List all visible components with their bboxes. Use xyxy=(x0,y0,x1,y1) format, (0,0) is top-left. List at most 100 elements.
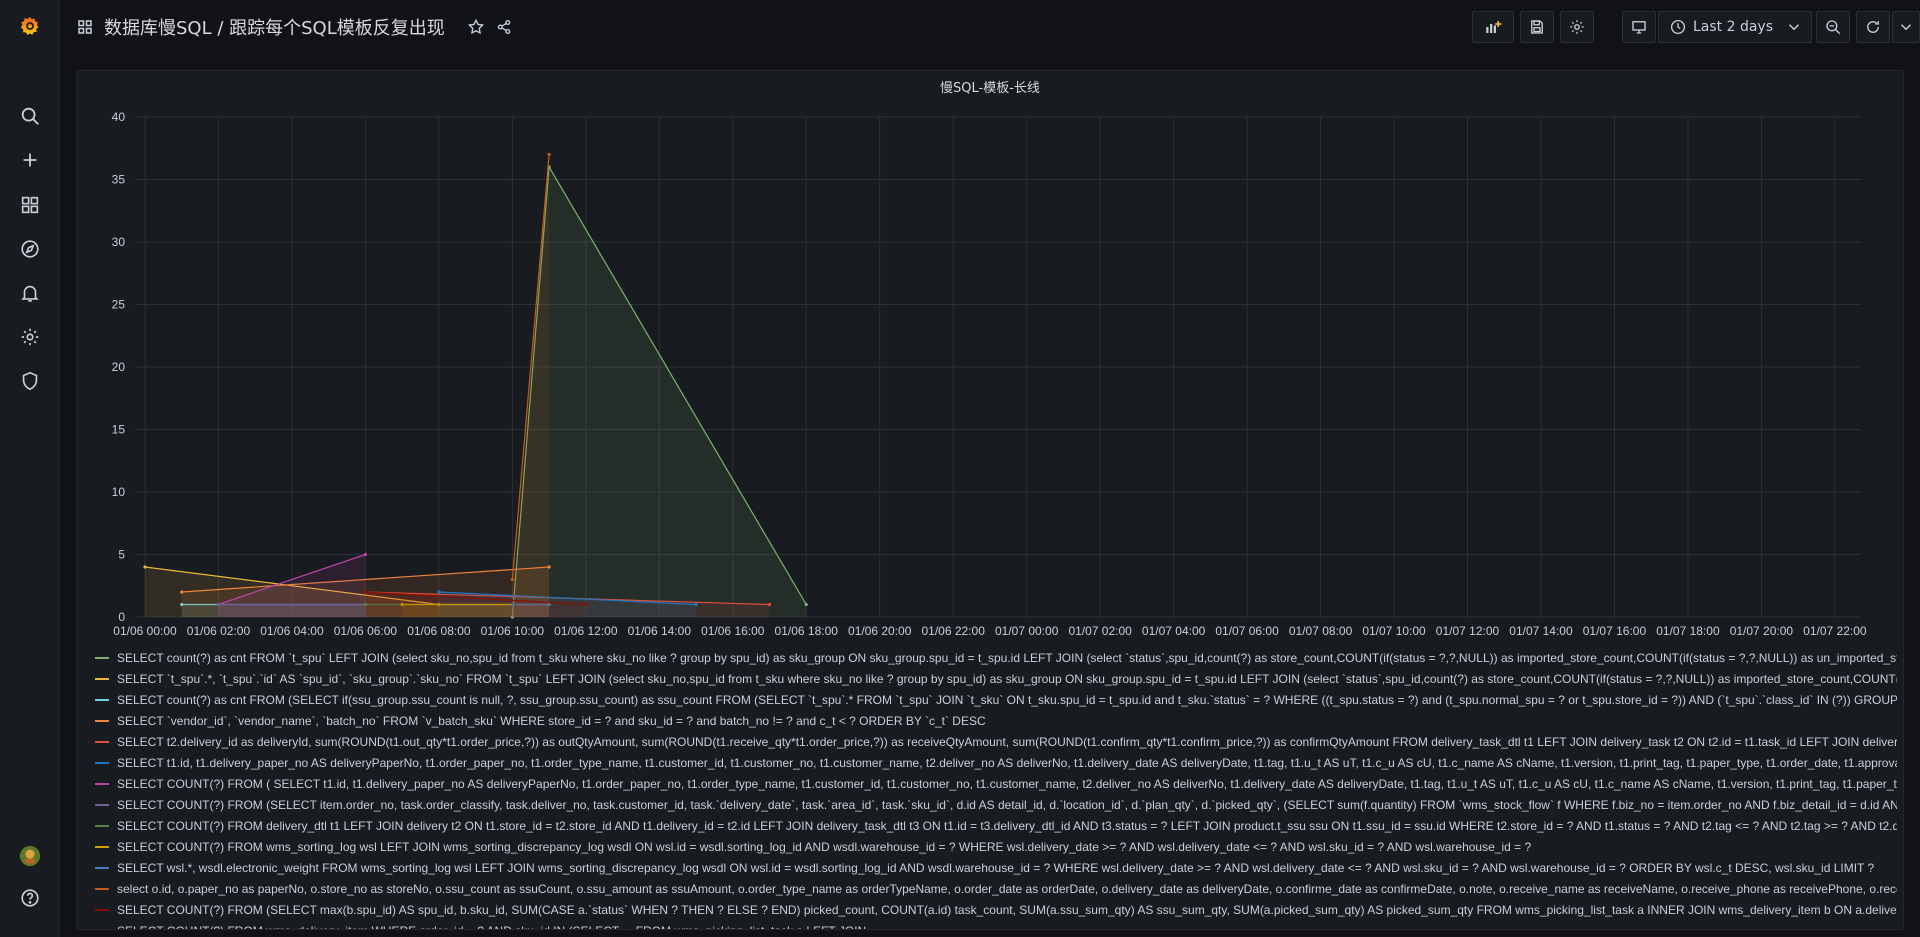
x-tick-label: 01/07 04:00 xyxy=(1142,624,1206,638)
line-chart: 0 5 10 15 20 25 30 35 40 01/06 00:00 01/06 02:00 01… xyxy=(112,110,1867,638)
legend-label: SELECT COUNT(?) FROM ( SELECT t1.id, t1.… xyxy=(117,776,1897,791)
x-tick-label: 01/06 18:00 xyxy=(775,624,839,638)
graph-panel: 慢SQL-模板-长线 0 5 10 15 20 25 30 35 40 01/06 00:00 01… xyxy=(76,70,1904,930)
data-point xyxy=(437,590,441,594)
search-icon[interactable] xyxy=(0,96,60,136)
x-tick-label: 01/06 10:00 xyxy=(481,624,545,638)
x-tick-label: 01/06 06:00 xyxy=(334,624,398,638)
plus-icon[interactable] xyxy=(0,140,60,180)
legend-item[interactable]: SELECT `t_spu`.*, `t_spu`.`id` AS `spu_i… xyxy=(95,668,1897,689)
x-tick-label: 01/07 06:00 xyxy=(1215,624,1279,638)
x-tick-label: 01/06 22:00 xyxy=(921,624,985,638)
chart-legend: SELECT count(?) as cnt FROM `t_spu` LEFT… xyxy=(95,647,1897,929)
legend-item[interactable]: SELECT COUNT(?) FROM wms_delivery_item W… xyxy=(95,920,1897,930)
legend-item[interactable]: SELECT COUNT(?) FROM delivery_dtl t1 LEF… xyxy=(95,815,1897,836)
add-panel-icon xyxy=(1484,18,1502,36)
legend-label: SELECT t2.delivery_id as deliveryId, sum… xyxy=(117,734,1897,749)
dashboards-icon[interactable] xyxy=(0,185,60,225)
breadcrumb: 数据库慢SQL / 跟踪每个SQL模板反复出现 xyxy=(76,14,513,40)
x-tick-label: 01/06 00:00 xyxy=(113,624,177,638)
legend-swatch xyxy=(95,803,109,806)
data-point xyxy=(216,602,221,607)
y-tick-label: 25 xyxy=(112,298,126,312)
data-point xyxy=(510,577,514,582)
data-point xyxy=(143,565,147,569)
star-icon[interactable] xyxy=(467,18,485,36)
x-tick-label: 01/07 00:00 xyxy=(995,624,1059,638)
legend-item[interactable]: SELECT wsl.*, wsdl.electronic_weight FRO… xyxy=(95,857,1897,878)
refresh-interval-dropdown[interactable] xyxy=(1892,11,1920,43)
legend-item[interactable]: SELECT t1.id, t1.delivery_paper_no AS de… xyxy=(95,752,1897,773)
legend-label: select o.id, o.paper_no as paperNo, o.st… xyxy=(117,881,1897,896)
explore-icon[interactable] xyxy=(0,229,60,269)
y-tick-label: 5 xyxy=(118,548,125,562)
legend-item[interactable]: SELECT `vendor_id`, `vendor_name`, `batc… xyxy=(95,710,1897,731)
x-tick-label: 01/06 04:00 xyxy=(260,624,324,638)
x-tick-label: 01/06 08:00 xyxy=(407,624,471,638)
data-point xyxy=(547,152,551,157)
legend-label: SELECT COUNT(?) FROM (SELECT max(b.spu_i… xyxy=(117,902,1897,917)
y-tick-label: 0 xyxy=(118,610,125,624)
legend-item[interactable]: SELECT COUNT(?) FROM (SELECT item.order_… xyxy=(95,794,1897,815)
legend-swatch xyxy=(95,866,109,869)
dashboard-title[interactable]: 数据库慢SQL / 跟踪每个SQL模板反复出现 xyxy=(104,14,445,40)
share-icon[interactable] xyxy=(495,18,513,36)
help-icon[interactable] xyxy=(0,878,60,918)
legend-swatch xyxy=(95,845,109,848)
x-tick-label: 01/06 02:00 xyxy=(187,624,251,638)
legend-swatch xyxy=(95,719,109,722)
x-tick-label: 01/06 20:00 xyxy=(848,624,912,638)
time-picker-button[interactable]: Last 2 days xyxy=(1658,11,1812,43)
legend-item[interactable]: SELECT t2.delivery_id as deliveryId, sum… xyxy=(95,731,1897,752)
data-point xyxy=(694,602,698,607)
legend-item[interactable]: select o.id, o.paper_no as paperNo, o.st… xyxy=(95,878,1897,899)
user-avatar[interactable] xyxy=(0,836,60,876)
monitor-icon xyxy=(1630,18,1648,36)
x-tick-label: 01/06 16:00 xyxy=(701,624,765,638)
top-navbar: 数据库慢SQL / 跟踪每个SQL模板反复出现 Last 2 days xyxy=(60,0,1920,54)
gear-icon xyxy=(1568,18,1586,36)
zoom-out-icon xyxy=(1824,18,1842,36)
y-tick-label: 35 xyxy=(112,173,126,187)
grafana-logo-icon[interactable] xyxy=(0,6,60,46)
add-panel-button[interactable] xyxy=(1472,11,1514,43)
x-tick-label: 01/07 22:00 xyxy=(1803,624,1867,638)
legend-swatch xyxy=(95,740,109,743)
legend-swatch xyxy=(95,887,109,890)
x-tick-label: 01/07 10:00 xyxy=(1362,624,1426,638)
dashboards-grid-icon xyxy=(76,18,94,36)
legend-item[interactable]: SELECT COUNT(?) FROM (SELECT max(b.spu_i… xyxy=(95,899,1897,920)
settings-icon[interactable] xyxy=(0,317,60,357)
x-tick-label: 01/07 14:00 xyxy=(1509,624,1573,638)
legend-item[interactable]: SELECT count(?) as cnt FROM `t_spu` LEFT… xyxy=(95,647,1897,668)
legend-swatch xyxy=(95,761,109,764)
save-icon xyxy=(1528,18,1546,36)
refresh-button[interactable] xyxy=(1856,11,1890,43)
legend-swatch xyxy=(95,782,109,785)
chevron-down-icon xyxy=(1785,18,1803,36)
time-range-label: Last 2 days xyxy=(1693,19,1774,35)
legend-item[interactable]: SELECT COUNT(?) FROM ( SELECT t1.id, t1.… xyxy=(95,773,1897,794)
legend-label: SELECT COUNT(?) FROM (SELECT item.order_… xyxy=(117,797,1897,812)
dashboard-settings-button[interactable] xyxy=(1560,11,1594,43)
shield-icon[interactable] xyxy=(0,361,60,401)
x-tick-label: 01/07 02:00 xyxy=(1068,624,1132,638)
data-point xyxy=(363,552,368,557)
x-tick-label: 01/07 12:00 xyxy=(1436,624,1500,638)
x-tick-label: 01/07 18:00 xyxy=(1656,624,1720,638)
legend-item[interactable]: SELECT COUNT(?) FROM wms_sorting_log wsl… xyxy=(95,836,1897,857)
legend-swatch xyxy=(95,908,109,911)
alerting-icon[interactable] xyxy=(0,273,60,313)
y-tick-label: 40 xyxy=(112,110,126,124)
legend-swatch xyxy=(95,824,109,827)
y-tick-label: 10 xyxy=(112,485,126,499)
legend-label: SELECT wsl.*, wsdl.electronic_weight FRO… xyxy=(117,860,1875,875)
refresh-icon xyxy=(1864,18,1882,36)
legend-item[interactable]: SELECT count(?) as cnt FROM (SELECT if(s… xyxy=(95,689,1897,710)
x-tick-label: 01/07 16:00 xyxy=(1583,624,1647,638)
sidebar xyxy=(0,0,60,937)
cycle-view-mode-button[interactable] xyxy=(1622,11,1656,43)
zoom-out-button[interactable] xyxy=(1816,11,1850,43)
data-point xyxy=(180,590,184,594)
save-dashboard-button[interactable] xyxy=(1520,11,1554,43)
